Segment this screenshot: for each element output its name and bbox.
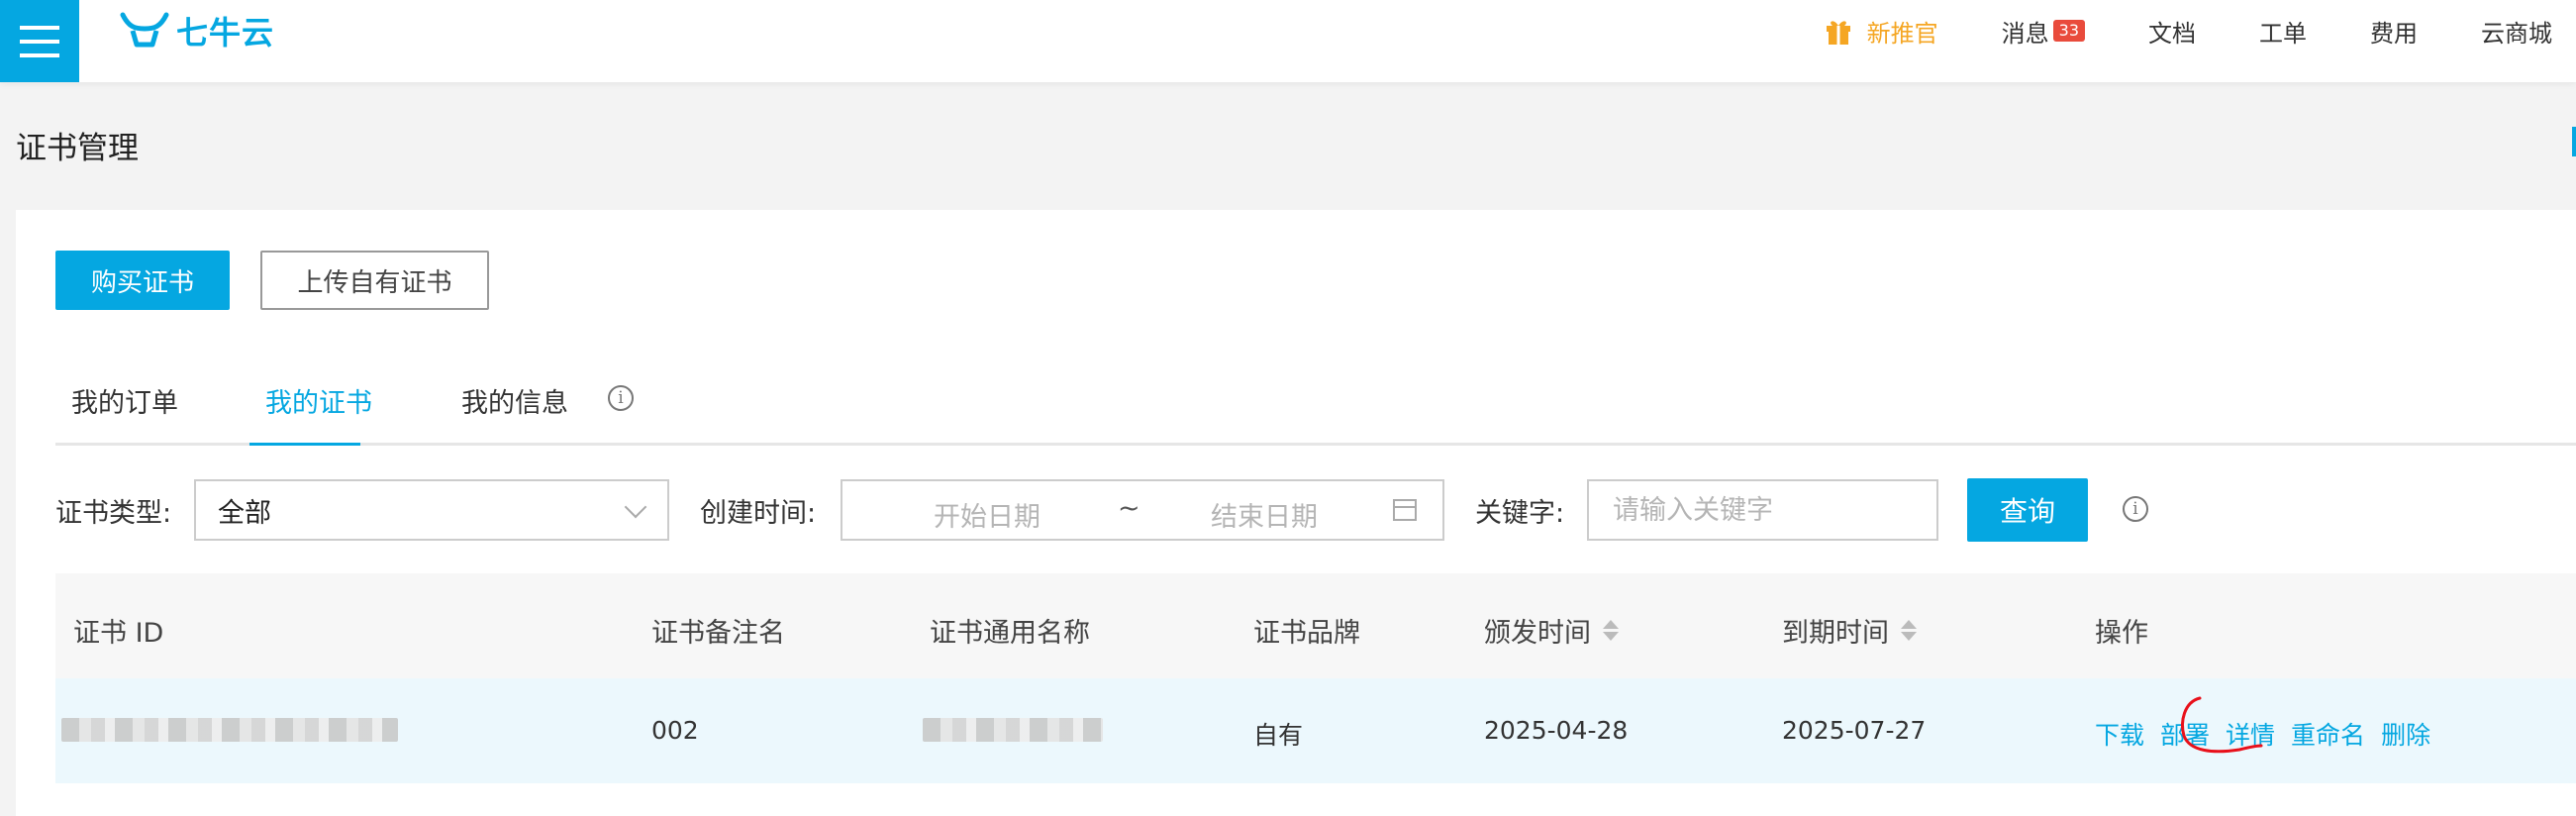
col-brand: 证书品牌 — [1253, 618, 1360, 649]
cell-expires: 2025-07-27 — [1782, 716, 1927, 745]
top-nav-links: 新推官 消息 33 文档 工单 费用 云商城 — [1760, 0, 2576, 61]
query-button[interactable]: 查询 — [1967, 478, 2088, 542]
nav-billing-label: 费用 — [2370, 19, 2418, 48]
nav-marketplace-label: 云商城 — [2481, 19, 2552, 48]
hamburger-menu-button[interactable] — [0, 0, 79, 82]
start-date-placeholder[interactable]: 开始日期 — [934, 495, 1040, 534]
cell-brand: 自有 — [1253, 721, 1304, 750]
cert-type-select[interactable]: 全部 — [194, 479, 669, 541]
date-range-picker[interactable]: 开始日期 ~ 结束日期 — [841, 479, 1444, 541]
red-annotation-mark — [2181, 696, 2263, 754]
top-navbar: 七牛云 新推官 消息 33 文档 工单 费用 云商城 — [0, 0, 2576, 82]
redacted-cert-id — [61, 718, 398, 742]
nav-promo-link[interactable]: 新推官 — [1824, 14, 1938, 49]
nav-tickets-link[interactable]: 工单 — [2259, 14, 2307, 49]
redacted-common-name — [923, 718, 1103, 742]
calendar-icon[interactable] — [1393, 499, 1417, 521]
buy-certificate-button[interactable]: 购买证书 — [55, 251, 230, 310]
delete-link[interactable]: 删除 — [2381, 716, 2430, 752]
menu-icon-bar — [20, 25, 59, 30]
download-link[interactable]: 下载 — [2095, 716, 2144, 752]
tab-my-certificates[interactable]: 我的证书 — [265, 381, 372, 420]
rename-link[interactable]: 重命名 — [2291, 716, 2365, 752]
col-expires-label: 到期时间 — [1782, 618, 1889, 649]
gift-icon — [1826, 21, 1850, 45]
col-issued[interactable]: 颁发时间 — [1484, 611, 1619, 650]
qiniu-logo[interactable]: 七牛云 — [119, 8, 274, 53]
col-common-name: 证书通用名称 — [930, 618, 1090, 649]
nav-billing-link[interactable]: 费用 — [2370, 14, 2418, 49]
cert-type-value: 全部 — [218, 497, 271, 529]
table-header: 证书 ID 证书备注名 证书通用名称 证书品牌 颁发时间 到期时间 操作 — [55, 573, 2576, 678]
page-title: 证书管理 — [16, 131, 139, 166]
bull-logo-icon — [120, 12, 169, 48]
tab-my-orders[interactable]: 我的订单 — [71, 381, 178, 420]
active-tab-indicator — [249, 443, 360, 446]
nav-marketplace-link[interactable]: 云商城 — [2481, 14, 2552, 49]
col-issued-label: 颁发时间 — [1484, 618, 1591, 649]
upload-certificate-button[interactable]: 上传自有证书 — [260, 251, 489, 310]
sort-icon[interactable] — [1603, 620, 1619, 641]
keyword-search-input[interactable] — [1587, 479, 1938, 541]
logo-text: 七牛云 — [176, 14, 275, 51]
tab-my-info[interactable]: 我的信息 — [461, 381, 568, 420]
cell-remark: 002 — [651, 716, 699, 745]
end-date-placeholder[interactable]: 结束日期 — [1211, 495, 1318, 534]
menu-icon-bar — [20, 52, 59, 57]
nav-promo-label: 新推官 — [1866, 19, 1938, 48]
table-row: 002 自有 2025-04-28 2025-07-27 下载 部署 详情 重命… — [55, 678, 2576, 783]
nav-messages-label: 消息 — [2001, 19, 2049, 48]
created-time-label: 创建时间: — [700, 498, 817, 529]
nav-docs-link[interactable]: 文档 — [2148, 14, 2196, 49]
col-remark: 证书备注名 — [651, 618, 785, 649]
certificate-panel: 购买证书 上传自有证书 我的订单 我的证书 我的信息 i 证书类型: 全部 创建… — [16, 210, 2576, 816]
info-icon[interactable]: i — [2123, 496, 2148, 522]
col-expires[interactable]: 到期时间 — [1782, 611, 1917, 650]
cell-issued: 2025-04-28 — [1484, 716, 1629, 745]
sort-icon[interactable] — [1901, 620, 1917, 641]
col-actions: 操作 — [2095, 618, 2148, 649]
row-actions: 下载 部署 详情 重命名 删除 — [2095, 716, 2446, 752]
nav-messages-link[interactable]: 消息 33 — [2002, 14, 2085, 49]
menu-icon-bar — [20, 39, 59, 44]
col-cert-id: 证书 ID — [73, 618, 164, 649]
nav-tickets-label: 工单 — [2259, 19, 2307, 48]
nav-docs-label: 文档 — [2148, 19, 2196, 48]
edge-marker — [2572, 127, 2576, 156]
message-count-badge: 33 — [2052, 20, 2085, 42]
keyword-label: 关键字: — [1475, 498, 1565, 529]
tab-bar: 我的订单 我的证书 我的信息 i — [55, 363, 2576, 446]
info-icon[interactable]: i — [608, 385, 634, 411]
cert-type-label: 证书类型: — [55, 498, 172, 529]
range-separator: ~ — [1118, 493, 1140, 524]
chevron-down-icon — [624, 495, 647, 519]
